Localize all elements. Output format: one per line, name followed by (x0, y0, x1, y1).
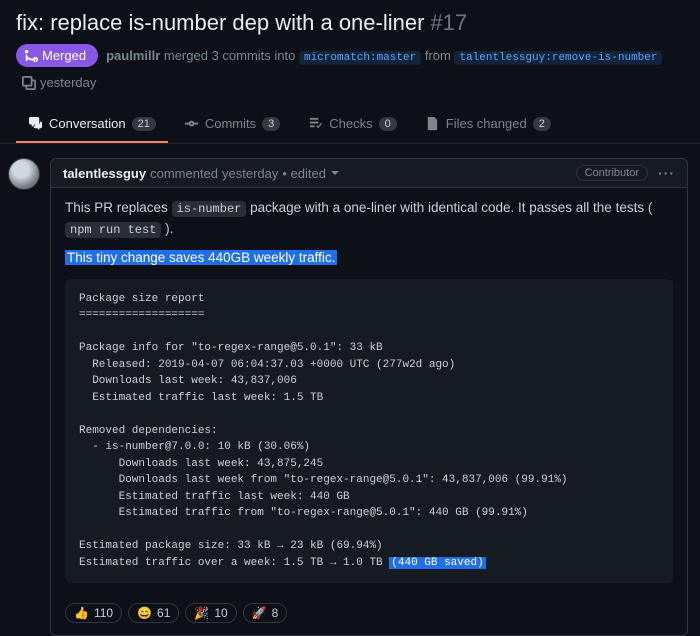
pr-number: #17 (430, 10, 467, 36)
pr-header: fix: replace is-number dep with a one-li… (0, 0, 700, 102)
tab-label: Checks (329, 116, 372, 131)
merged-badge: Merged (16, 44, 98, 67)
pr-meta: Merged paulmillr merged 3 commits into m… (16, 44, 684, 90)
role-badge: Contributor (576, 165, 648, 181)
tab-count: 0 (379, 117, 397, 131)
inline-code: npm run test (65, 222, 161, 238)
git-commit-icon (184, 116, 199, 131)
copy-branch[interactable]: yesterday (22, 75, 96, 90)
base-branch[interactable]: micromatch:master (299, 51, 421, 65)
tab-label: Files changed (446, 116, 527, 131)
comment-menu-button[interactable]: ··· (658, 165, 675, 181)
tab-count: 21 (132, 117, 156, 131)
edited-indicator[interactable]: • edited (282, 166, 326, 181)
tab-label: Conversation (49, 116, 126, 131)
comment-time[interactable]: yesterday (222, 166, 278, 181)
head-branch[interactable]: talentlessguy:remove-is-number (454, 51, 662, 65)
merged-time: yesterday (40, 75, 96, 90)
reaction-hooray[interactable]: 🎉10 (185, 603, 236, 623)
pr-title: fix: replace is-number dep with a one-li… (16, 10, 424, 36)
reaction-rocket[interactable]: 🚀8 (243, 603, 288, 623)
merge-summary: paulmillr merged 3 commits into micromat… (106, 48, 662, 64)
caret-down-icon (330, 168, 340, 178)
tab-conversation[interactable]: Conversation 21 (16, 108, 168, 143)
tab-commits[interactable]: Commits 3 (172, 108, 292, 143)
copy-icon (22, 76, 36, 90)
file-diff-icon (425, 116, 440, 131)
comment-header: talentlessguy commented yesterday • edit… (51, 159, 687, 188)
tab-files[interactable]: Files changed 2 (413, 108, 563, 143)
merged-label: Merged (42, 48, 86, 63)
tab-count: 2 (533, 117, 551, 131)
avatar[interactable] (8, 158, 40, 190)
pr-tabs: Conversation 21 Commits 3 Checks 0 Files… (0, 108, 700, 144)
reaction-laugh[interactable]: 😄61 (128, 603, 179, 623)
tab-label: Commits (205, 116, 256, 131)
tab-checks[interactable]: Checks 0 (296, 108, 408, 143)
tab-count: 3 (262, 117, 280, 131)
highlighted-text: This tiny change saves 440GB weekly traf… (65, 250, 337, 265)
pr-description-comment: talentlessguy commented yesterday • edit… (50, 158, 688, 636)
reactions-bar: 👍110 😄61 🎉10 🚀8 (51, 595, 687, 635)
merger-user[interactable]: paulmillr (106, 48, 160, 63)
code-block: Package size report =================== … (65, 279, 673, 584)
reaction-thumbs-up[interactable]: 👍110 (65, 603, 122, 623)
comment-body: This PR replaces is-number package with … (51, 188, 687, 595)
checklist-icon (308, 116, 323, 131)
inline-code: is-number (172, 201, 247, 217)
code-highlight: (440 GB saved) (389, 557, 485, 569)
comment-author[interactable]: talentlessguy (63, 166, 146, 181)
comment-discussion-icon (28, 116, 43, 131)
merge-icon (24, 49, 38, 63)
